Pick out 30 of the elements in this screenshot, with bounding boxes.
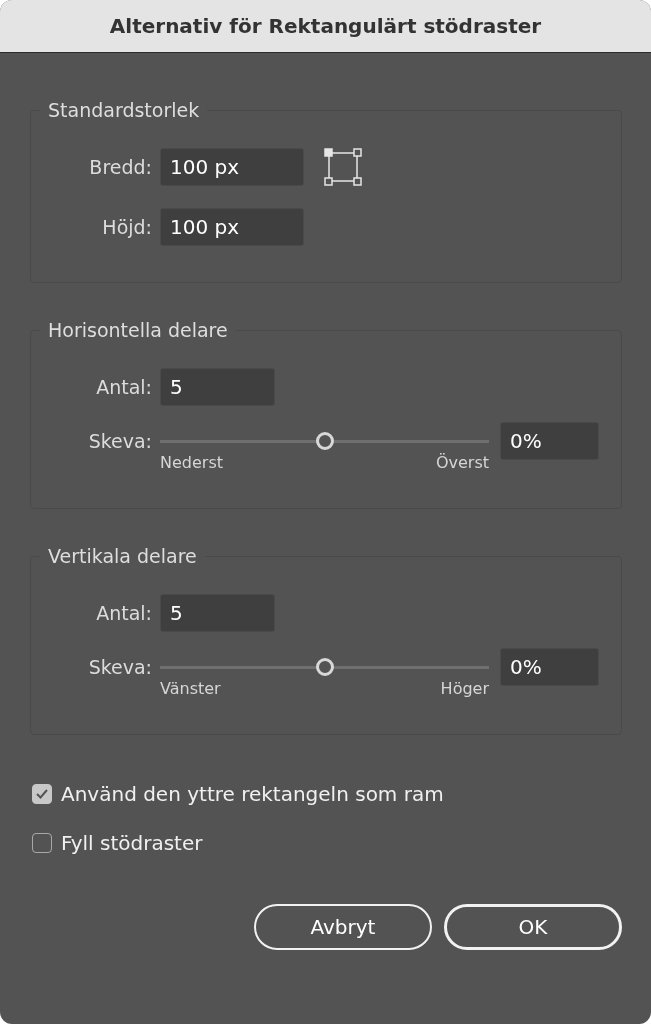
- slider-thumb[interactable]: [315, 432, 334, 450]
- slider-max-label: Höger: [440, 679, 489, 698]
- slider-thumb[interactable]: [315, 658, 334, 676]
- slider-min-label: Vänster: [160, 679, 221, 698]
- field-label: Antal:: [95, 602, 152, 624]
- input-field[interactable]: 100 px: [160, 148, 304, 186]
- input-field[interactable]: 100 px: [160, 208, 304, 246]
- checkbox-label: Använd den yttre rektangeln som ram: [61, 782, 444, 806]
- field-label: Skeva:: [87, 656, 152, 678]
- dialog-button[interactable]: Avbryt: [254, 904, 432, 950]
- input-field[interactable]: 0%: [500, 422, 599, 460]
- field-label: Bredd:: [88, 156, 152, 178]
- input-field[interactable]: 5: [160, 594, 275, 632]
- check-icon: [35, 787, 49, 801]
- field-label: Höjd:: [101, 216, 152, 238]
- checkbox[interactable]: [32, 784, 52, 804]
- input-field[interactable]: 0%: [500, 648, 599, 686]
- input-field[interactable]: 5: [160, 368, 275, 406]
- checkbox-label: Fyll stödraster: [61, 831, 203, 855]
- field-label: Antal:: [95, 376, 152, 398]
- window-title: Alternativ för Rektangulärt stödraster: [109, 14, 542, 38]
- group-heading: Vertikala delare: [47, 545, 198, 567]
- dialog-button[interactable]: OK: [444, 904, 622, 950]
- group-heading: Standardstorlek: [47, 99, 201, 121]
- slider-max-label: Överst: [435, 453, 489, 472]
- slider-min-label: Nederst: [160, 453, 223, 472]
- checkbox[interactable]: [32, 833, 52, 853]
- bounding-box-icon[interactable]: [324, 148, 362, 186]
- group-heading: Horisontella delare: [47, 319, 229, 341]
- field-label: Skeva:: [87, 430, 152, 452]
